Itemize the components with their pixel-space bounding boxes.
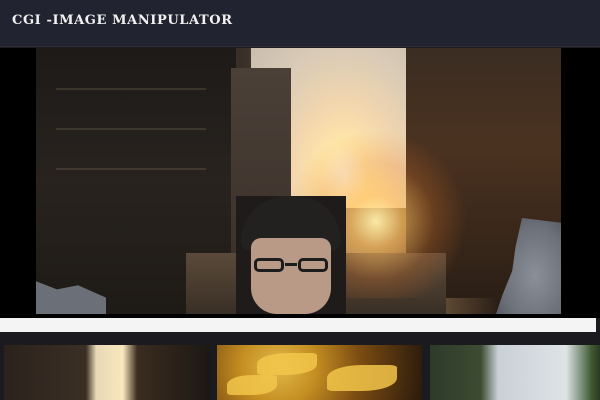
portrait-face (251, 238, 331, 314)
leaf-shape (327, 365, 397, 391)
photo-window-row (56, 168, 206, 170)
progress-bar (0, 318, 596, 332)
app-header: CGI -IMAGE MANIPULATOR (0, 0, 600, 47)
glasses-lens-left (254, 258, 284, 272)
glasses-icon (254, 258, 328, 274)
thumbnail-street[interactable] (4, 345, 209, 400)
leaf-shape (227, 375, 277, 395)
main-image-stage (0, 48, 600, 318)
thumbnail-leaves[interactable] (217, 345, 422, 400)
progress-bar-fill (0, 318, 596, 332)
app-title: CGI -IMAGE MANIPULATOR (12, 13, 233, 28)
composited-photo (36, 48, 561, 314)
glasses-lens-right (298, 258, 328, 272)
thumbnail-strip (0, 345, 600, 400)
glasses-bridge (285, 263, 297, 266)
photo-window-row (56, 88, 206, 90)
photo-window-row (56, 128, 206, 130)
leaf-shape (257, 353, 317, 375)
thumbnail-trees[interactable] (430, 345, 600, 400)
